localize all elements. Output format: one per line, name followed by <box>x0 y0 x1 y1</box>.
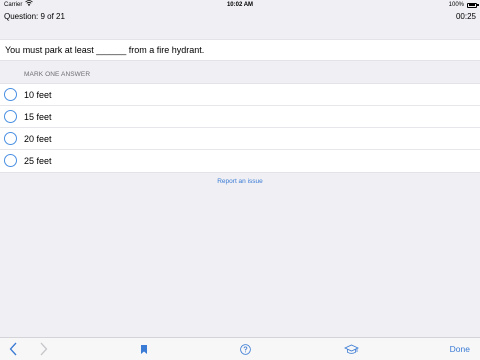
done-button[interactable]: Done <box>450 338 470 360</box>
help-button[interactable] <box>239 338 252 360</box>
answers-section-label: MARK ONE ANSWER <box>24 71 91 78</box>
status-bar: Carrier 10:02 AM 100% <box>0 0 480 10</box>
chevron-right-icon <box>40 342 48 356</box>
answer-label: 20 feet <box>24 134 52 144</box>
answer-option[interactable]: 10 feet <box>0 84 480 106</box>
battery-icon <box>467 2 477 8</box>
back-button[interactable] <box>5 338 21 360</box>
graduation-cap-icon <box>343 344 359 354</box>
answer-option[interactable]: 15 feet <box>0 106 480 128</box>
bookmark-icon <box>141 344 147 354</box>
quiz-timer: 00:25 <box>455 12 476 21</box>
radio-button[interactable] <box>4 110 17 123</box>
status-time: 10:02 AM <box>226 2 254 8</box>
answer-label: 15 feet <box>24 112 52 122</box>
bookmark-button[interactable] <box>138 338 150 360</box>
question-card: You must park at least ______ from a fir… <box>0 39 480 61</box>
question-counter: Question: 9 of 21 <box>4 12 65 21</box>
report-issue-link[interactable]: Report an issue <box>0 178 480 185</box>
help-circle-icon <box>240 343 251 355</box>
forward-button[interactable] <box>36 338 52 360</box>
quiz-header: Question: 9 of 21 00:25 <box>0 10 480 24</box>
answer-option[interactable]: 20 feet <box>0 128 480 150</box>
chevron-left-icon <box>9 342 17 356</box>
radio-button[interactable] <box>4 154 17 167</box>
question-text: You must park at least ______ from a fir… <box>5 45 205 55</box>
answer-label: 25 feet <box>24 156 52 166</box>
study-button[interactable] <box>342 338 360 360</box>
answer-label: 10 feet <box>24 90 52 100</box>
battery-tip <box>477 4 479 6</box>
radio-button[interactable] <box>4 88 17 101</box>
answer-list: 10 feet 15 feet 20 feet 25 feet <box>0 83 480 173</box>
battery-percentage: 100% <box>448 2 464 8</box>
bottom-toolbar: Done <box>0 337 480 360</box>
answer-option[interactable]: 25 feet <box>0 150 480 172</box>
radio-button[interactable] <box>4 132 17 145</box>
